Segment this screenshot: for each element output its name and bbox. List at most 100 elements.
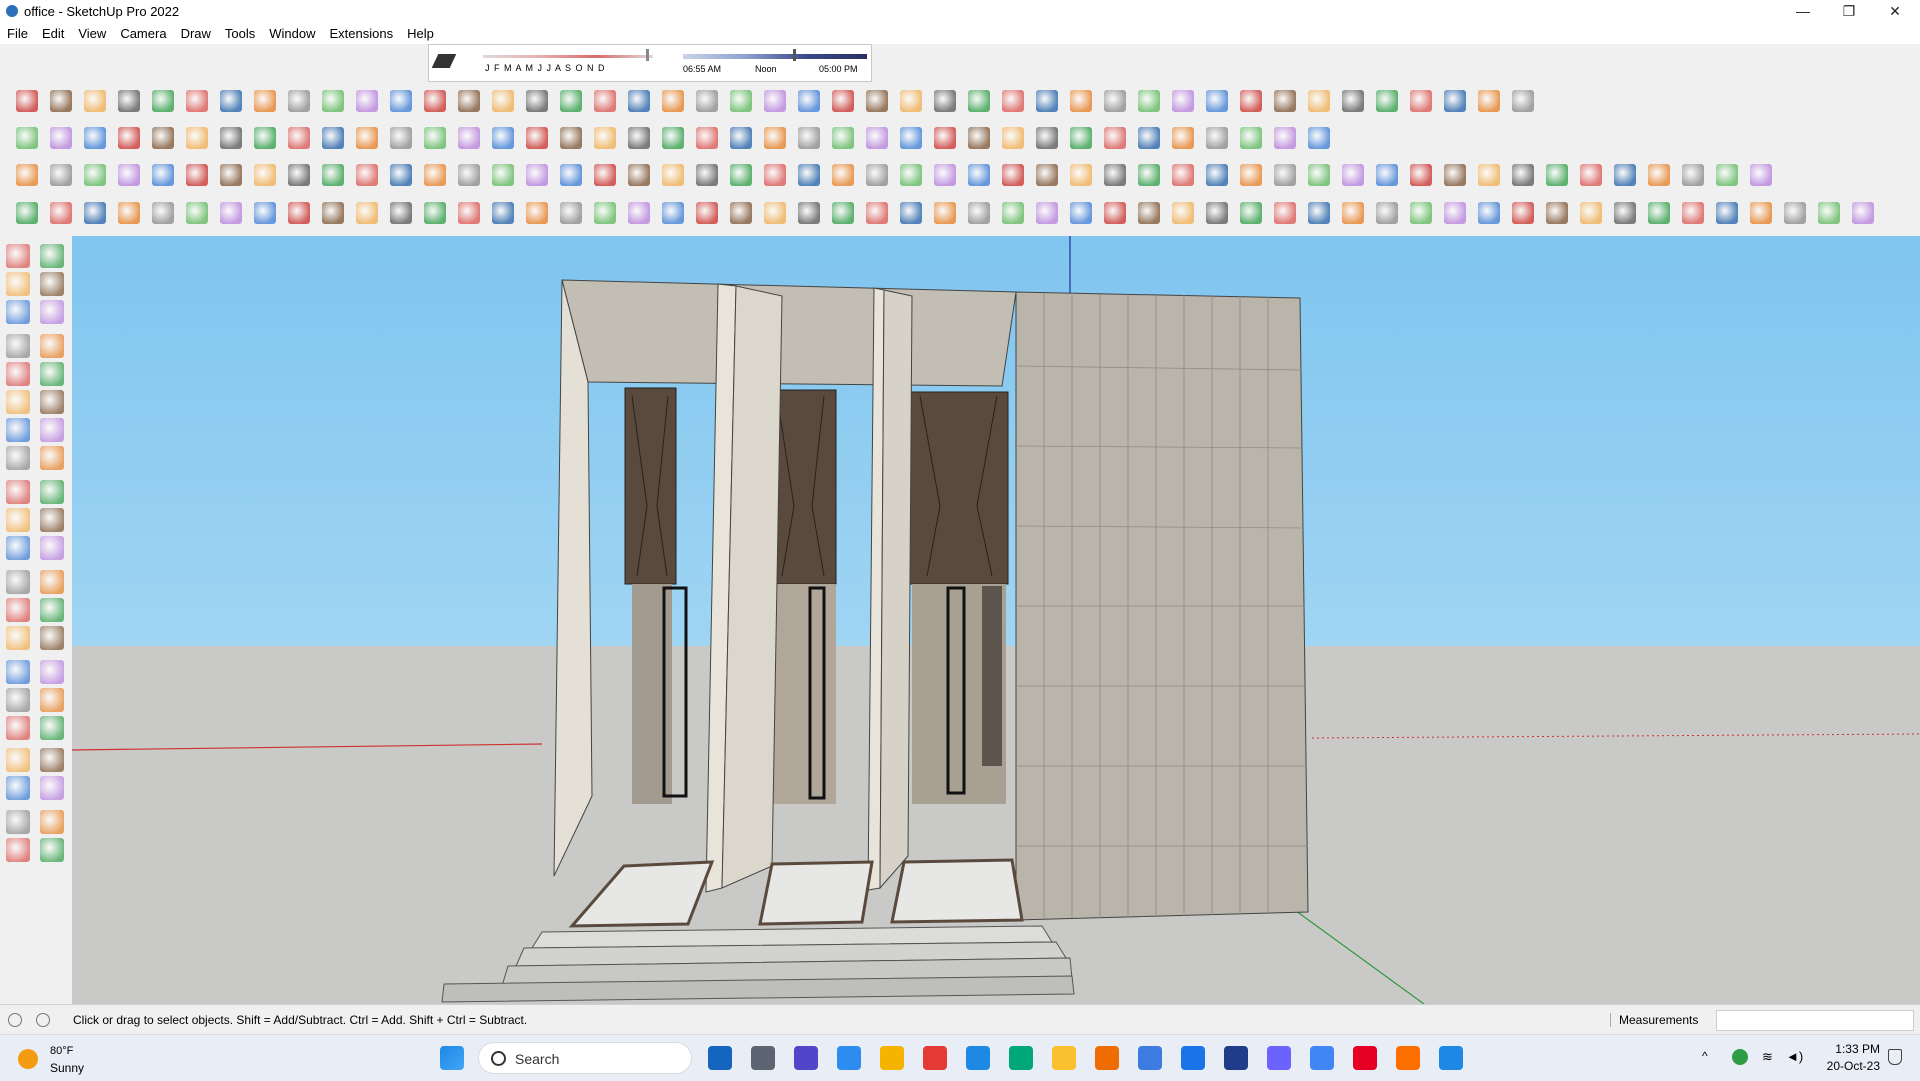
tool-button-icon[interactable] bbox=[798, 164, 820, 186]
menu-help[interactable]: Help bbox=[400, 26, 441, 41]
tool-button-icon[interactable] bbox=[662, 202, 684, 224]
tool-button-icon[interactable] bbox=[1342, 90, 1364, 112]
tool-button-icon[interactable] bbox=[1546, 202, 1568, 224]
tool-button-icon[interactable] bbox=[1444, 90, 1466, 112]
tool-button-icon[interactable] bbox=[764, 127, 786, 149]
tool-button-icon[interactable] bbox=[254, 127, 276, 149]
tool-button-icon[interactable] bbox=[526, 202, 548, 224]
tool-button-icon[interactable] bbox=[186, 90, 208, 112]
taskbar-app-icon[interactable] bbox=[1052, 1046, 1076, 1070]
tool-button-icon[interactable] bbox=[288, 127, 310, 149]
tool-button-icon[interactable] bbox=[1172, 164, 1194, 186]
tool-button-icon[interactable] bbox=[1614, 202, 1636, 224]
taskbar-app-icon[interactable] bbox=[1353, 1046, 1377, 1070]
tool-button-icon[interactable] bbox=[1002, 202, 1024, 224]
menu-draw[interactable]: Draw bbox=[174, 26, 218, 41]
tool-button-icon[interactable] bbox=[390, 164, 412, 186]
tool-button-icon[interactable] bbox=[1376, 164, 1398, 186]
taskbar-app-icon[interactable] bbox=[1396, 1046, 1420, 1070]
shadow-toggle-icon[interactable] bbox=[431, 54, 457, 68]
tool-button-icon[interactable] bbox=[832, 90, 854, 112]
tool-button-icon[interactable] bbox=[696, 164, 718, 186]
tool-button-icon[interactable] bbox=[186, 164, 208, 186]
tool-button-icon[interactable] bbox=[934, 164, 956, 186]
tool-button-icon[interactable] bbox=[424, 202, 446, 224]
tool-button-icon[interactable] bbox=[356, 127, 378, 149]
tool-button-icon[interactable] bbox=[798, 202, 820, 224]
tool-button-icon[interactable] bbox=[1002, 127, 1024, 149]
left-tool-icon[interactable] bbox=[40, 480, 64, 504]
tool-button-icon[interactable] bbox=[288, 202, 310, 224]
tool-button-icon[interactable] bbox=[492, 202, 514, 224]
taskbar-app-icon[interactable] bbox=[1310, 1046, 1334, 1070]
tool-button-icon[interactable] bbox=[764, 202, 786, 224]
tool-button-icon[interactable] bbox=[1274, 202, 1296, 224]
tool-button-icon[interactable] bbox=[594, 90, 616, 112]
tool-button-icon[interactable] bbox=[866, 90, 888, 112]
notification-icon[interactable] bbox=[1888, 1049, 1902, 1065]
left-tool-icon[interactable] bbox=[40, 776, 64, 800]
tool-button-icon[interactable] bbox=[866, 127, 888, 149]
tool-button-icon[interactable] bbox=[1206, 202, 1228, 224]
tool-button-icon[interactable] bbox=[1240, 127, 1262, 149]
volume-icon[interactable]: ◄) bbox=[1786, 1049, 1803, 1064]
tool-button-icon[interactable] bbox=[1172, 202, 1194, 224]
taskbar-app-icon[interactable] bbox=[1267, 1046, 1291, 1070]
tool-button-icon[interactable] bbox=[1478, 90, 1500, 112]
tool-button-icon[interactable] bbox=[1648, 202, 1670, 224]
tool-button-icon[interactable] bbox=[1546, 164, 1568, 186]
tool-button-icon[interactable] bbox=[900, 164, 922, 186]
tool-button-icon[interactable] bbox=[152, 202, 174, 224]
taskbar-app-icon[interactable] bbox=[923, 1046, 947, 1070]
tool-button-icon[interactable] bbox=[696, 90, 718, 112]
tool-button-icon[interactable] bbox=[1036, 164, 1058, 186]
tool-button-icon[interactable] bbox=[560, 164, 582, 186]
tool-button-icon[interactable] bbox=[322, 202, 344, 224]
tool-button-icon[interactable] bbox=[798, 90, 820, 112]
left-tool-icon[interactable] bbox=[40, 570, 64, 594]
tool-button-icon[interactable] bbox=[1274, 164, 1296, 186]
left-tool-icon[interactable] bbox=[6, 446, 30, 470]
tool-button-icon[interactable] bbox=[866, 164, 888, 186]
taskbar-app-icon[interactable] bbox=[1095, 1046, 1119, 1070]
tool-button-icon[interactable] bbox=[1138, 202, 1160, 224]
tool-button-icon[interactable] bbox=[628, 202, 650, 224]
left-tool-icon[interactable] bbox=[40, 244, 64, 268]
left-tool-icon[interactable] bbox=[6, 334, 30, 358]
left-tool-icon[interactable] bbox=[6, 390, 30, 414]
close-button[interactable]: ✕ bbox=[1872, 0, 1918, 22]
taskbar-app-icon[interactable] bbox=[1181, 1046, 1205, 1070]
tool-button-icon[interactable] bbox=[1682, 164, 1704, 186]
tool-button-icon[interactable] bbox=[968, 164, 990, 186]
tool-button-icon[interactable] bbox=[390, 90, 412, 112]
tool-button-icon[interactable] bbox=[390, 202, 412, 224]
tool-button-icon[interactable] bbox=[594, 127, 616, 149]
tool-button-icon[interactable] bbox=[322, 90, 344, 112]
tool-button-icon[interactable] bbox=[1376, 202, 1398, 224]
left-tool-icon[interactable] bbox=[6, 570, 30, 594]
left-tool-icon[interactable] bbox=[40, 838, 64, 862]
taskbar-app-icon[interactable] bbox=[966, 1046, 990, 1070]
tool-button-icon[interactable] bbox=[594, 164, 616, 186]
tool-button-icon[interactable] bbox=[1036, 127, 1058, 149]
tool-button-icon[interactable] bbox=[1138, 164, 1160, 186]
tool-button-icon[interactable] bbox=[1036, 90, 1058, 112]
menu-tools[interactable]: Tools bbox=[218, 26, 262, 41]
left-tool-icon[interactable] bbox=[6, 688, 30, 712]
left-tool-icon[interactable] bbox=[40, 626, 64, 650]
tool-button-icon[interactable] bbox=[696, 202, 718, 224]
tool-button-icon[interactable] bbox=[50, 202, 72, 224]
tool-button-icon[interactable] bbox=[458, 90, 480, 112]
tool-button-icon[interactable] bbox=[1240, 202, 1262, 224]
tool-button-icon[interactable] bbox=[1784, 202, 1806, 224]
tool-button-icon[interactable] bbox=[832, 127, 854, 149]
tool-button-icon[interactable] bbox=[16, 90, 38, 112]
tool-button-icon[interactable] bbox=[220, 127, 242, 149]
taskbar-search[interactable]: Search bbox=[478, 1042, 692, 1074]
tool-button-icon[interactable] bbox=[1274, 90, 1296, 112]
tool-button-icon[interactable] bbox=[798, 127, 820, 149]
left-tool-icon[interactable] bbox=[40, 334, 64, 358]
tool-button-icon[interactable] bbox=[628, 127, 650, 149]
tool-button-icon[interactable] bbox=[492, 90, 514, 112]
taskbar-app-icon[interactable] bbox=[794, 1046, 818, 1070]
